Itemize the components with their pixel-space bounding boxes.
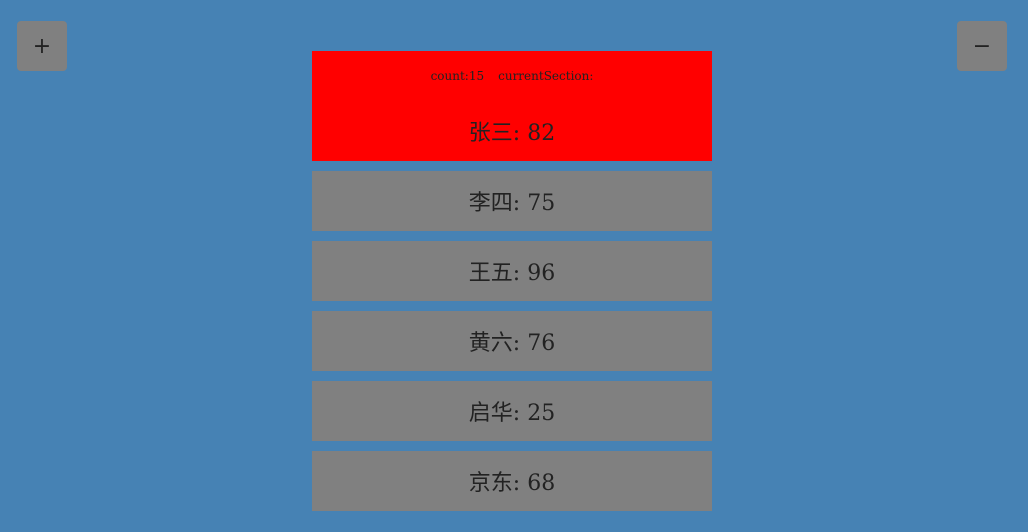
list-item-name: 张三 xyxy=(468,121,513,146)
list-item-selected[interactable]: count:15 currentSection: 张三: 82 xyxy=(312,51,712,161)
list-item-score: 68 xyxy=(527,471,556,496)
list-item-text: 张三: 82 xyxy=(312,115,712,147)
list-item[interactable]: 启华: 25 xyxy=(312,381,712,441)
list-item-text: 启华: 25 xyxy=(469,395,555,427)
list-item-text: 黄六: 76 xyxy=(469,325,555,357)
list-item-score: 75 xyxy=(527,191,556,216)
list-header-info: count:15 currentSection: xyxy=(312,69,712,83)
list-item-name: 京东 xyxy=(468,471,513,496)
list-item-name: 黄六 xyxy=(468,331,513,356)
list-item[interactable]: 黄六: 76 xyxy=(312,311,712,371)
current-section-label: currentSection: xyxy=(498,69,594,83)
list-item[interactable]: 王五: 96 xyxy=(312,241,712,301)
list-item-text: 王五: 96 xyxy=(469,255,555,287)
score-list: count:15 currentSection: 张三: 82 李四: 75 王五… xyxy=(312,51,712,511)
list-item-separator: : xyxy=(512,121,528,146)
list-item-separator: : xyxy=(512,191,528,216)
list-item-score: 96 xyxy=(527,261,556,286)
add-button[interactable]: + xyxy=(17,21,67,71)
list-item-name: 王五 xyxy=(468,261,513,286)
plus-icon: + xyxy=(32,33,52,59)
list-item-score: 25 xyxy=(527,401,556,426)
remove-button[interactable]: − xyxy=(957,21,1007,71)
list-item-score: 82 xyxy=(527,121,556,146)
list-item-score: 76 xyxy=(527,331,556,356)
list-item-separator: : xyxy=(512,331,528,356)
list-item-separator: : xyxy=(512,471,528,496)
list-item[interactable]: 李四: 75 xyxy=(312,171,712,231)
list-item-separator: : xyxy=(512,401,528,426)
list-item-text: 京东: 68 xyxy=(469,465,555,497)
list-item-text: 李四: 75 xyxy=(469,185,555,217)
list-item-separator: : xyxy=(512,261,528,286)
minus-icon: − xyxy=(972,33,992,59)
app-stage: + − count:15 currentSection: 张三: 82 李四: 7… xyxy=(0,0,1028,532)
count-label: count:15 xyxy=(430,69,485,83)
list-item-name: 李四 xyxy=(468,191,513,216)
list-item[interactable]: 京东: 68 xyxy=(312,451,712,511)
list-item-name: 启华 xyxy=(468,401,513,426)
